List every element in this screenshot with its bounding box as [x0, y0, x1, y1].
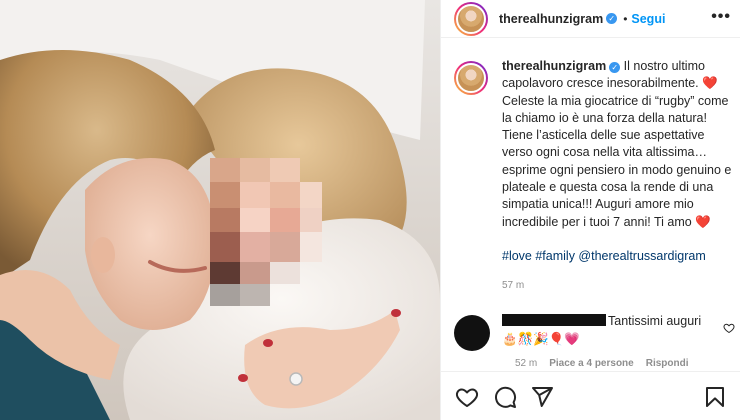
post-header: therealhunzigram ✓ • Segui ••• [441, 0, 740, 38]
caption-hashtags[interactable]: #love #family @therealtrussardigram [502, 248, 736, 265]
comment-timestamp: 52 m [515, 358, 538, 369]
bookmark-icon[interactable] [703, 385, 727, 409]
more-options-icon[interactable]: ••• [711, 8, 731, 26]
caption-author-avatar[interactable] [454, 61, 488, 95]
comment-likes[interactable]: Piace a 4 persone [549, 358, 634, 369]
commenter-avatar[interactable] [454, 315, 490, 351]
separator-dot: • [623, 11, 628, 26]
caption-body: therealhunzigram ✓ Il nostro ultimo capol… [502, 58, 736, 295]
redacted-username [502, 314, 606, 326]
caption-username[interactable]: therealhunzigram [502, 59, 606, 73]
verified-badge-icon: ✓ [609, 62, 621, 73]
comment-item: Tantissimi auguri 🎂🎊🎉🎈💗 52 m Piace a 4 pe… [454, 312, 739, 369]
post-caption: therealhunzigram ✓ Il nostro ultimo capol… [454, 58, 736, 295]
heart-emoji: ❤️ [695, 214, 711, 229]
comment-meta: 52 m Piace a 4 persone Rispondi [515, 358, 740, 369]
author-avatar[interactable] [454, 1, 488, 36]
author-username[interactable]: therealhunzigram [499, 12, 603, 26]
post-side-panel: therealhunzigram ✓ • Segui ••• therealhu… [440, 0, 740, 420]
comment-reply-button[interactable]: Rispondi [646, 358, 689, 369]
post-actions-bar [441, 371, 740, 420]
like-heart-icon[interactable] [455, 385, 479, 409]
post-photo[interactable] [0, 0, 440, 420]
photo-illustration [0, 0, 440, 420]
comment-bubble-icon[interactable] [493, 385, 517, 409]
share-paper-plane-icon[interactable] [530, 385, 554, 409]
caption-text-continued: Celeste la mia giocatrice di “rugby” com… [502, 93, 732, 229]
comment-like-heart-icon[interactable] [723, 322, 735, 337]
post-timestamp[interactable]: 57 m [502, 277, 736, 294]
heart-emoji: ❤️ [702, 76, 718, 91]
verified-badge-icon: ✓ [606, 13, 618, 24]
follow-button[interactable]: Segui [631, 12, 665, 26]
comment-body: Tantissimi auguri 🎂🎊🎉🎈💗 [502, 312, 720, 348]
